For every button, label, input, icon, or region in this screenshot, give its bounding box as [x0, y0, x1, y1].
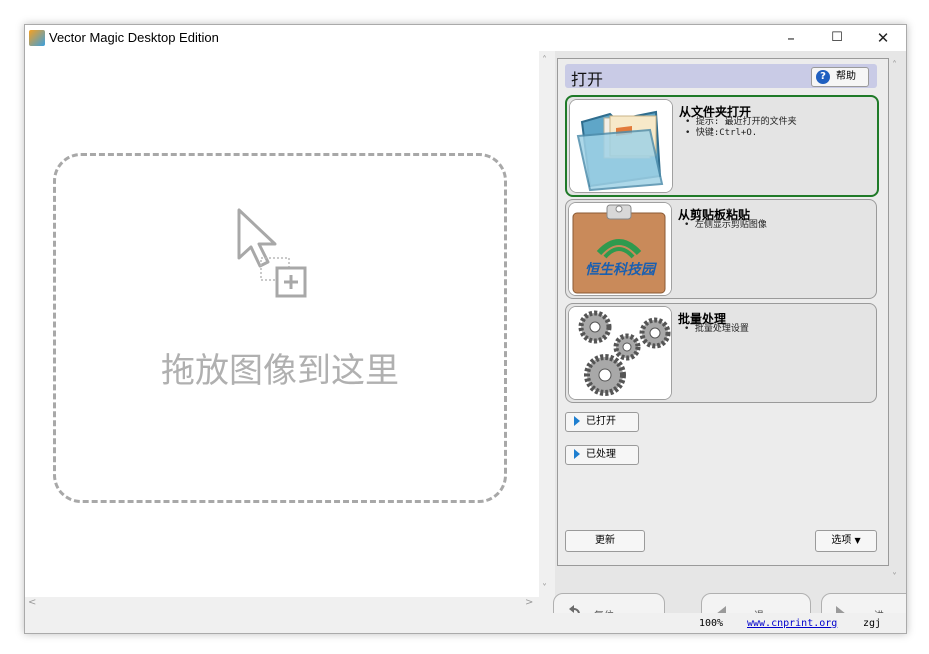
dropdown-arrow-icon: ▼ [854, 536, 861, 545]
options-button[interactable]: 选项 ▼ [815, 530, 877, 552]
paste-from-clipboard-card[interactable]: 恒生科技园 从剪贴板粘贴 • 左侧显示剪贴图像 [565, 199, 877, 299]
batch-thumbnail [568, 306, 672, 400]
batch-process-card[interactable]: 批量处理 • 批量处理设置 [565, 303, 877, 403]
clipboard-icon [569, 203, 671, 295]
gears-icon [569, 307, 671, 399]
help-icon: ? [816, 70, 830, 84]
open-from-folder-card[interactable]: 从文件夹打开 • 提示: 最近打开的文件夹 • 快键:Ctrl+O. [565, 95, 879, 197]
user-label: zgj [863, 618, 882, 629]
window-title: Vector Magic Desktop Edition [49, 30, 219, 45]
card-description: • 提示: 最近打开的文件夹 • 快键:Ctrl+O. [685, 117, 797, 139]
drop-zone[interactable]: 拖放图像到这里 [53, 153, 507, 503]
drop-hint-text: 拖放图像到这里 [161, 351, 399, 391]
left-vertical-scrollbar[interactable]: ˄ ˅ [539, 51, 554, 597]
image-drop-area[interactable]: 拖放图像到这里 [25, 51, 539, 597]
task-panel: 打开 ? 帮助 从文件夹打开 • 提示: 最近打开的文件夹 • 快键:Ctrl+… [553, 51, 906, 633]
title-bar: Vector Magic Desktop Edition – ☐ ✕ [25, 25, 906, 51]
clipboard-image-text: 恒生科技园 [585, 262, 655, 278]
opened-label: 已打开 [586, 416, 616, 427]
maximize-button[interactable]: ☐ [814, 25, 860, 51]
drag-cursor-icon [237, 208, 307, 298]
update-button[interactable]: 更新 [565, 530, 645, 552]
scroll-down-icon[interactable]: ˅ [542, 583, 547, 594]
open-folder-icon [570, 100, 672, 192]
scroll-up-icon[interactable]: ˄ [542, 55, 547, 66]
minimize-button[interactable]: – [768, 25, 814, 51]
panel-header: 打开 ? 帮助 [565, 64, 877, 89]
expand-arrow-icon [574, 449, 580, 459]
help-button[interactable]: ? 帮助 [811, 67, 869, 87]
panel-title: 打开 [571, 70, 604, 89]
close-button[interactable]: ✕ [860, 25, 906, 51]
card-description: • 批量处理设置 [684, 324, 749, 335]
card-hint-line: • 批量处理设置 [684, 324, 749, 334]
clipboard-thumbnail: 恒生科技园 [568, 202, 672, 296]
vector-magic-logo-icon [29, 30, 45, 46]
zoom-level: 100% [699, 618, 724, 629]
card-shortcut-line: • 快键:Ctrl+O. [685, 128, 758, 138]
scroll-left-icon[interactable]: < [28, 597, 36, 608]
folder-thumbnail [569, 99, 673, 193]
options-label: 选项 [831, 535, 852, 546]
opened-expander-button[interactable]: 已打开 [565, 412, 639, 432]
processed-expander-button[interactable]: 已处理 [565, 445, 639, 465]
card-description: • 左侧显示剪贴图像 [684, 220, 767, 231]
app-window: Vector Magic Desktop Edition – ☐ ✕ 拖放图像到… [24, 24, 907, 634]
scroll-up-icon[interactable]: ˄ [892, 60, 897, 71]
expand-arrow-icon [574, 416, 580, 426]
website-link[interactable]: www.cnprint.org [747, 618, 837, 629]
left-horizontal-scrollbar[interactable]: < > [25, 597, 554, 611]
panel-vertical-scrollbar[interactable]: ˄ ˅ [889, 58, 904, 588]
scroll-right-icon[interactable]: > [525, 597, 533, 608]
card-hint-line: • 左侧显示剪贴图像 [684, 220, 767, 230]
help-label: 帮助 [836, 71, 856, 82]
card-hint-line: • 提示: 最近打开的文件夹 [685, 117, 797, 127]
scroll-down-icon[interactable]: ˅ [892, 572, 897, 583]
processed-label: 已处理 [586, 449, 616, 460]
status-bar: 100% www.cnprint.org zgj [25, 613, 906, 633]
